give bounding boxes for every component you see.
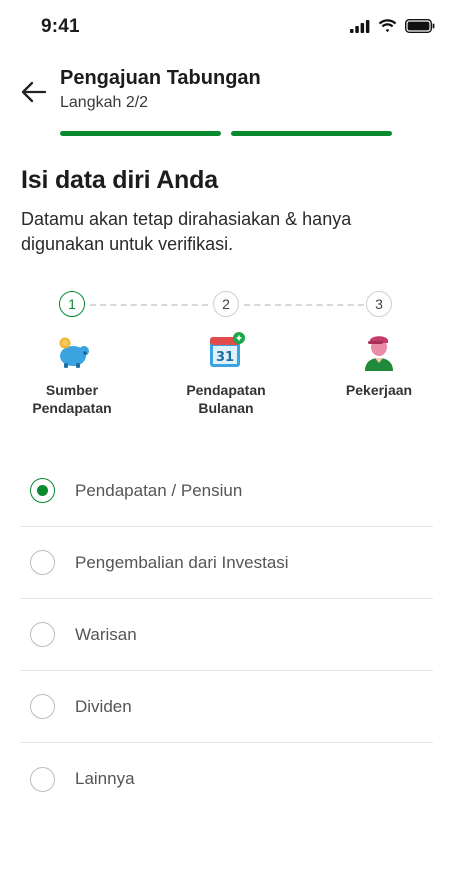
radio-button[interactable] bbox=[30, 694, 55, 719]
option-label: Pengembalian dari Investasi bbox=[75, 552, 289, 572]
radio-button[interactable] bbox=[30, 622, 55, 647]
option-dividen[interactable]: Dividen bbox=[20, 671, 433, 743]
option-warisan[interactable]: Warisan bbox=[20, 599, 433, 671]
step-number: 3 bbox=[366, 291, 392, 317]
calendar-day: 31 bbox=[216, 350, 234, 365]
back-button[interactable] bbox=[18, 76, 50, 108]
page-heading: Isi data diri Anda bbox=[21, 166, 218, 194]
option-label: Lainnya bbox=[75, 769, 135, 788]
status-bar: 9:41 bbox=[0, 0, 451, 56]
option-label: Warisan bbox=[75, 624, 137, 644]
piggy-bank-icon bbox=[59, 337, 89, 368]
option-label: Pendapatan / Pensiun bbox=[75, 480, 243, 500]
step-number: 1 bbox=[59, 291, 85, 317]
arrow-left-icon bbox=[21, 81, 47, 103]
radio-button[interactable] bbox=[30, 478, 55, 503]
person-icon bbox=[365, 336, 393, 371]
header-title: Pengajuan Tabungan bbox=[60, 67, 261, 89]
step-label: Sumber Pendapatan bbox=[32, 382, 112, 416]
status-icons bbox=[350, 19, 435, 33]
step-number: 2 bbox=[213, 291, 239, 317]
radio-selected-dot bbox=[37, 485, 48, 496]
wifi-icon bbox=[378, 19, 397, 33]
step-sumber-pendapatan[interactable]: 1 Sumber Pendapatan bbox=[7, 291, 137, 417]
progress-segment-2 bbox=[231, 131, 392, 136]
signal-icon bbox=[350, 19, 370, 33]
step-pendapatan-bulanan[interactable]: 2 31 Pendapatan Bulanan bbox=[161, 291, 291, 417]
option-pengembalian-investasi[interactable]: Pengembalian dari Investasi bbox=[20, 527, 433, 599]
progress-segment-1 bbox=[60, 131, 221, 136]
radio-button[interactable] bbox=[30, 550, 55, 575]
progress-bar bbox=[60, 131, 392, 136]
header-step-text: Langkah 2/2 bbox=[60, 94, 149, 111]
step-label: Pendapatan Bulanan bbox=[186, 382, 266, 416]
option-pendapatan-pensiun[interactable]: Pendapatan / Pensiun bbox=[20, 455, 433, 527]
stepper: 1 Sumber Pendapatan 2 31 Pendapatan Bula… bbox=[0, 291, 451, 431]
option-lainnya[interactable]: Lainnya bbox=[20, 743, 433, 815]
status-time: 9:41 bbox=[41, 16, 80, 37]
battery-icon bbox=[405, 19, 435, 33]
step-label: Pekerjaan bbox=[345, 382, 413, 398]
step-pekerjaan[interactable]: 3 Pekerjaan bbox=[314, 291, 444, 399]
page-description: Datamu akan tetap dirahasiakan & hanya d… bbox=[21, 209, 352, 254]
option-label: Dividen bbox=[75, 696, 132, 716]
income-source-options: Pendapatan / Pensiun Pengembalian dari I… bbox=[20, 455, 433, 815]
radio-button[interactable] bbox=[30, 766, 55, 792]
calendar-icon: 31 bbox=[210, 332, 245, 367]
